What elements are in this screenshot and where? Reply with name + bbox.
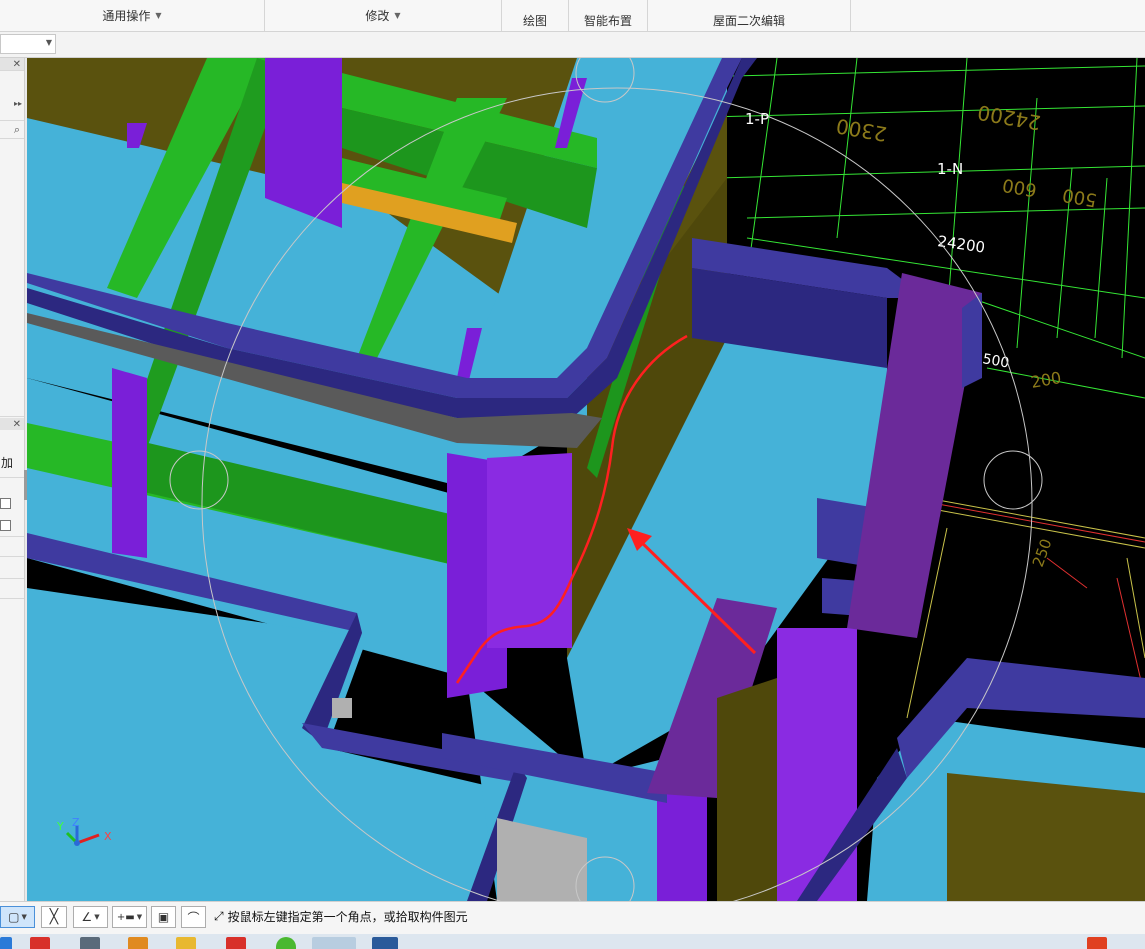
ribbon-group-label: 智能布置	[583, 13, 632, 28]
rectangle-select-icon: ▢	[8, 910, 20, 924]
column	[487, 453, 572, 648]
ribbon-toolbar: 通用操作 ▼ 修改 ▼ 绘图 智能布置 屋面二次编辑	[0, 0, 1145, 32]
close-icon[interactable]: ✕	[0, 418, 24, 430]
chevron-down-icon: ▼	[94, 913, 100, 921]
cross-select-button[interactable]: ╳	[41, 906, 67, 928]
sub-toolbar: ▼	[0, 32, 1145, 58]
column	[112, 368, 147, 558]
angle-icon: ∠	[81, 910, 93, 924]
copy-view-button[interactable]: ▣	[151, 906, 176, 928]
pdf-app-icon[interactable]	[30, 937, 50, 949]
ribbon-group-label: 屋面二次编辑	[712, 13, 785, 28]
ime-icon[interactable]	[1087, 937, 1107, 949]
chevron-down-icon: ▼	[394, 11, 401, 20]
axis-x-label: X	[104, 830, 112, 843]
checkbox[interactable]	[0, 520, 11, 531]
close-icon[interactable]: ✕	[0, 58, 24, 70]
add-button[interactable]: 加	[0, 454, 24, 470]
chevron-down-icon: ▼	[21, 913, 27, 921]
axis-y-label: Y	[56, 820, 64, 833]
expand-icon[interactable]: ▸▸	[0, 96, 24, 110]
folder-app-icon[interactable]	[176, 937, 196, 949]
layer-select[interactable]: ▼	[0, 34, 56, 54]
axis-label: 1-N	[937, 160, 963, 178]
arc-button[interactable]: ⌒	[181, 906, 206, 928]
browser-app-icon[interactable]	[128, 937, 148, 949]
ribbon-group-draw[interactable]: 绘图	[502, 0, 569, 31]
ribbon-group-label: 绘图	[522, 13, 547, 28]
chevron-down-icon: ▼	[45, 38, 52, 47]
insert-point-button[interactable]: +▬ ▼	[112, 906, 147, 928]
command-prompt: ⤢ 按鼠标左键指定第一个角点，或拾取构件图元	[214, 908, 468, 925]
glodon-app-icon[interactable]	[372, 937, 398, 949]
chevron-down-icon: ▼	[155, 11, 162, 20]
olive-wall	[947, 773, 1145, 901]
cross-select-icon: ╳	[49, 909, 59, 925]
axis-z-label: Z	[72, 816, 80, 829]
ribbon-group-general[interactable]: 通用操作 ▼	[0, 0, 265, 31]
copy-view-icon: ▣	[157, 910, 170, 924]
ribbon-group-label: 通用操作	[102, 9, 151, 23]
calculator-app-icon[interactable]	[80, 937, 100, 949]
ribbon-group-smart-layout[interactable]: 智能布置	[569, 0, 648, 31]
rectangle-select-button[interactable]: ▢ ▼	[0, 906, 35, 928]
left-panel: ✕ ▸▸ ⌕ ✕ 加	[0, 58, 25, 901]
taskbar	[0, 934, 1145, 949]
search-icon[interactable]: ⌕	[0, 122, 24, 138]
resize-icon: ⤢	[214, 909, 224, 923]
insert-point-icon: +▬	[116, 911, 135, 923]
model-3d-viewport[interactable]: 1-P 1-N 24200 500 2300 24200 600 500 200…	[27, 58, 1145, 901]
prompt-text: 按鼠标左键指定第一个角点，或拾取构件图元	[227, 910, 468, 924]
ribbon-group-label: 修改	[365, 9, 390, 23]
active-app-icon[interactable]	[312, 937, 356, 949]
arc-icon: ⌒	[187, 910, 200, 925]
gray-element	[332, 698, 352, 718]
angle-button[interactable]: ∠ ▼	[73, 906, 108, 928]
start-button[interactable]	[0, 937, 12, 949]
ribbon-group-roof-edit[interactable]: 屋面二次编辑	[648, 0, 851, 31]
status-bar: ▢ ▼ ╳ ∠ ▼ +▬ ▼ ▣ ⌒ ⤢ 按鼠标左键指定第一个角点，或拾取构件图元	[0, 901, 1145, 934]
chevron-down-icon: ▼	[136, 913, 143, 921]
wps-app-icon[interactable]	[226, 937, 246, 949]
ribbon-group-modify[interactable]: 修改 ▼	[265, 0, 502, 31]
olive-wall	[717, 678, 777, 901]
checkbox[interactable]	[0, 498, 11, 509]
wall	[962, 293, 982, 388]
green-app-icon[interactable]	[276, 937, 296, 949]
